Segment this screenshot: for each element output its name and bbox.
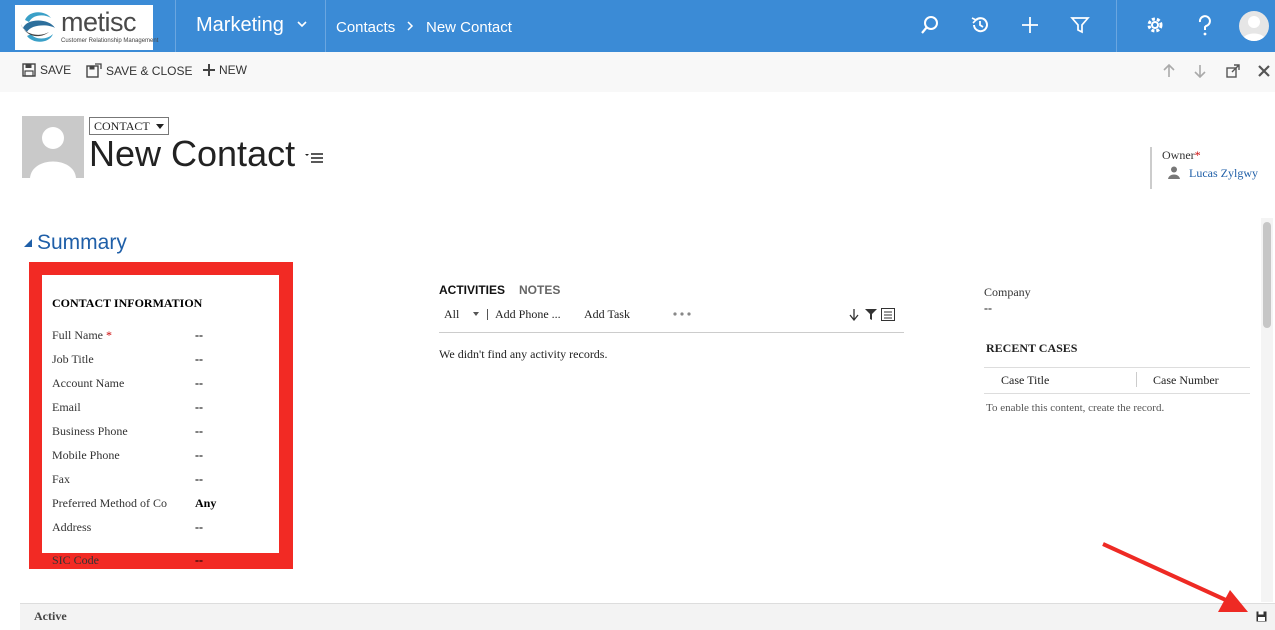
chevron-right-icon bbox=[407, 21, 414, 31]
save-close-button[interactable]: SAVE & CLOSE bbox=[86, 63, 192, 78]
pop-out-icon[interactable] bbox=[1226, 64, 1240, 78]
vertical-scrollbar[interactable] bbox=[1261, 218, 1273, 602]
activities-empty-message: We didn't find any activity records. bbox=[439, 347, 608, 361]
caret-down-icon[interactable] bbox=[473, 312, 479, 316]
user-silhouette-icon bbox=[1242, 16, 1266, 41]
list-view-icon[interactable] bbox=[881, 308, 895, 321]
owner-value-link[interactable]: Lucas Zylgwy bbox=[1189, 166, 1258, 181]
app-logo[interactable]: metisc Customer Relationship Management bbox=[15, 5, 158, 50]
business-phone-value[interactable]: -- bbox=[195, 424, 203, 439]
form-menu-icon[interactable] bbox=[305, 152, 323, 164]
case-number-column[interactable]: Case Number bbox=[1153, 373, 1219, 388]
person-icon bbox=[1168, 166, 1180, 179]
owner-label: Owner bbox=[1162, 148, 1195, 162]
user-avatar[interactable] bbox=[1239, 11, 1269, 41]
account-name-label: Account Name bbox=[52, 376, 125, 390]
new-label: NEW bbox=[219, 63, 247, 77]
area-selector[interactable]: Marketing bbox=[196, 14, 284, 37]
help-icon[interactable] bbox=[1195, 15, 1215, 37]
separator bbox=[175, 0, 176, 52]
separator bbox=[325, 0, 326, 52]
mobile-phone-value[interactable]: -- bbox=[195, 448, 203, 463]
contact-information-panel: CONTACT INFORMATION Full Name * -- Job T… bbox=[42, 275, 279, 567]
job-title-value[interactable]: -- bbox=[195, 352, 203, 367]
activity-filter-select[interactable]: All bbox=[444, 307, 459, 322]
recent-cases-header-row: Case Title Case Number bbox=[984, 367, 1250, 394]
company-label: Company bbox=[984, 285, 1031, 299]
full-name-label: Full Name bbox=[52, 328, 103, 342]
settings-gear-icon[interactable] bbox=[1145, 15, 1165, 35]
contact-information-heading: CONTACT INFORMATION bbox=[52, 296, 203, 310]
chevron-down-icon[interactable] bbox=[296, 18, 308, 30]
tab-notes[interactable]: NOTES bbox=[519, 283, 560, 297]
recent-cases-heading: RECENT CASES bbox=[986, 341, 1078, 355]
owner-field: Owner* Lucas Zylgwy bbox=[1150, 147, 1275, 189]
highlight-box: CONTACT INFORMATION Full Name * -- Job T… bbox=[29, 262, 293, 569]
history-icon[interactable] bbox=[970, 15, 990, 35]
add-task-button[interactable]: Add Task bbox=[584, 307, 630, 322]
arrow-up-icon[interactable] bbox=[1163, 64, 1175, 78]
close-icon[interactable] bbox=[1257, 64, 1271, 78]
top-nav-bar: metisc Customer Relationship Management … bbox=[0, 0, 1275, 52]
fax-value[interactable]: -- bbox=[195, 472, 203, 487]
summary-section-header[interactable]: Summary bbox=[24, 231, 127, 255]
scrollbar-thumb[interactable] bbox=[1263, 222, 1271, 328]
email-value[interactable]: -- bbox=[195, 400, 203, 415]
separator bbox=[487, 309, 488, 320]
tab-activities[interactable]: ACTIVITIES bbox=[439, 283, 505, 297]
collapse-triangle-icon bbox=[24, 239, 32, 247]
sic-code-label: SIC Code bbox=[52, 553, 100, 567]
sic-code-value[interactable]: -- bbox=[195, 553, 203, 568]
logo-mark-icon bbox=[21, 12, 55, 42]
floppy-disk-icon bbox=[22, 63, 36, 77]
footer-save-icon[interactable] bbox=[1256, 611, 1267, 622]
sort-down-icon[interactable] bbox=[849, 309, 859, 321]
address-value[interactable]: -- bbox=[195, 520, 203, 535]
filter-icon[interactable] bbox=[1070, 15, 1090, 35]
command-bar: SAVE SAVE & CLOSE NEW bbox=[0, 52, 1275, 92]
record-status: Active bbox=[34, 609, 67, 623]
caret-down-icon bbox=[155, 123, 164, 129]
preferred-contact-method-label: Preferred Method of Co bbox=[52, 496, 167, 510]
logo-tagline: Customer Relationship Management bbox=[61, 38, 159, 44]
filter-icon[interactable] bbox=[865, 309, 877, 320]
fax-label: Fax bbox=[52, 472, 70, 486]
arrow-down-icon[interactable] bbox=[1194, 64, 1206, 78]
person-placeholder-icon bbox=[30, 127, 76, 178]
address-label: Address bbox=[52, 520, 92, 534]
separator bbox=[1116, 0, 1117, 52]
status-footer: Active bbox=[20, 603, 1275, 630]
preferred-contact-method-value[interactable]: Any bbox=[195, 496, 216, 511]
account-name-value[interactable]: -- bbox=[195, 376, 203, 391]
case-title-column[interactable]: Case Title bbox=[1001, 373, 1049, 388]
plus-icon[interactable] bbox=[1020, 15, 1040, 35]
logo-brand-text: metisc bbox=[61, 7, 137, 37]
save-button[interactable]: SAVE bbox=[22, 63, 71, 77]
job-title-label: Job Title bbox=[52, 352, 94, 366]
mobile-phone-label: Mobile Phone bbox=[52, 448, 120, 462]
summary-title: Summary bbox=[37, 231, 127, 254]
save-close-icon bbox=[86, 63, 102, 78]
breadcrumb-new-contact: New Contact bbox=[426, 19, 512, 36]
contact-photo[interactable] bbox=[22, 116, 84, 178]
recent-cases-empty-message: To enable this content, create the recor… bbox=[986, 402, 1165, 414]
page-title: New Contact bbox=[89, 133, 296, 174]
business-phone-label: Business Phone bbox=[52, 424, 128, 438]
email-label: Email bbox=[52, 400, 81, 414]
search-icon[interactable] bbox=[920, 15, 940, 35]
required-marker: * bbox=[1194, 148, 1201, 162]
full-name-value[interactable]: -- bbox=[195, 328, 203, 343]
column-divider bbox=[1136, 372, 1137, 387]
required-marker: * bbox=[106, 328, 112, 342]
save-label: SAVE bbox=[40, 63, 72, 77]
add-phone-call-button[interactable]: Add Phone ... bbox=[495, 307, 561, 322]
activity-toolbar: All Add Phone ... Add Task bbox=[439, 306, 904, 333]
entity-name: CONTACT bbox=[94, 119, 150, 133]
new-button[interactable]: NEW bbox=[203, 63, 247, 77]
company-value[interactable]: -- bbox=[984, 301, 992, 316]
plus-icon bbox=[203, 64, 215, 76]
save-close-label: SAVE & CLOSE bbox=[106, 63, 193, 78]
breadcrumb-contacts[interactable]: Contacts bbox=[336, 19, 395, 36]
more-options-icon[interactable] bbox=[673, 312, 691, 316]
